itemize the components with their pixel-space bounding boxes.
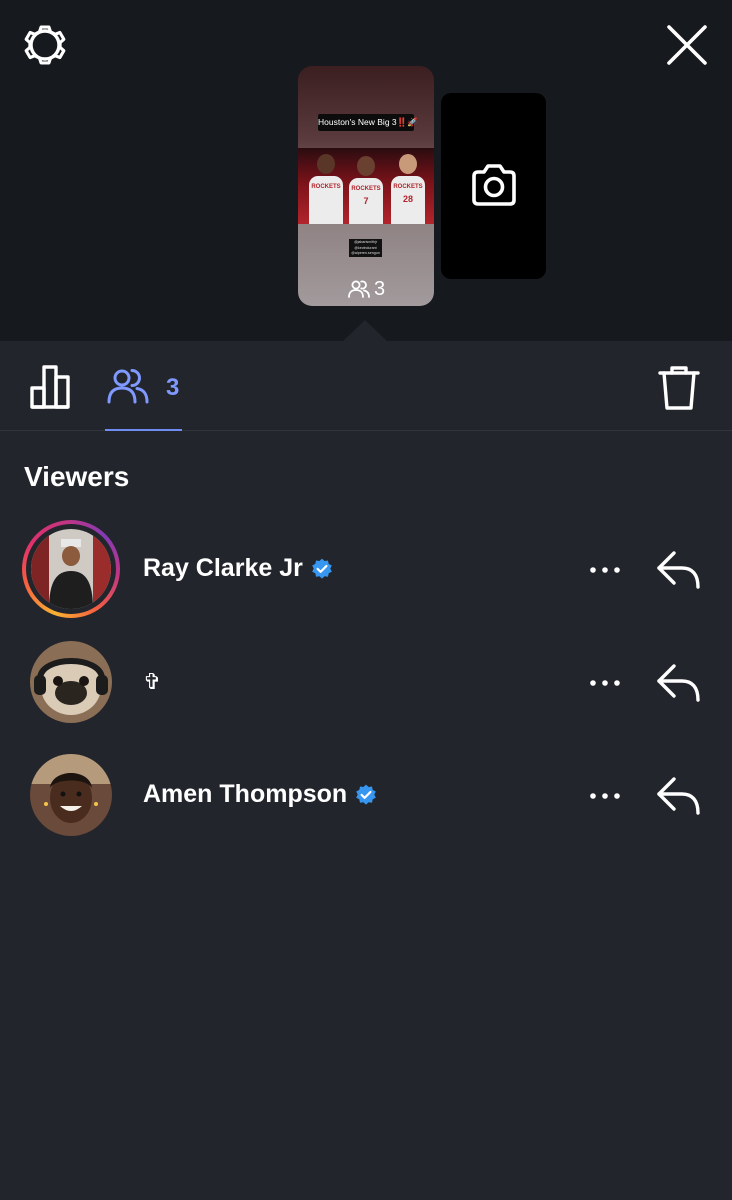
tab-insights[interactable]	[26, 361, 80, 413]
reply-button[interactable]	[652, 656, 706, 710]
story-preview-area: Houston's New Big 3‼️🚀 ROCKETS ROCKETS 7 …	[0, 0, 732, 341]
player-figure: ROCKETS 28	[390, 150, 426, 224]
viewer-name: Amen Thompson	[143, 780, 377, 809]
story-mention-tags: @jabarismithjr @kevindurant @alperen.sen…	[349, 239, 382, 257]
ellipsis-icon	[590, 680, 620, 686]
story-caption: Houston's New Big 3‼️🚀	[318, 114, 418, 131]
viewers-icon	[107, 369, 149, 404]
close-icon	[667, 25, 707, 65]
bar-chart-icon	[30, 365, 70, 409]
insights-tabbar: 3	[0, 341, 732, 431]
viewer-row[interactable]: Ray Clarke Jr	[0, 516, 732, 620]
viewers-tab-count: 3	[166, 374, 180, 401]
viewer-name: Ray Clarke Jr	[143, 554, 333, 583]
viewer-row[interactable]: Amen Thompson	[0, 742, 732, 846]
ellipsis-icon	[590, 567, 620, 573]
reply-arrow-icon	[657, 777, 700, 815]
add-story-card[interactable]	[441, 93, 546, 279]
reply-button[interactable]	[652, 543, 706, 597]
story-thumbnail[interactable]: Houston's New Big 3‼️🚀 ROCKETS ROCKETS 7 …	[298, 66, 434, 306]
player-figure: ROCKETS	[308, 150, 344, 224]
camera-icon	[472, 164, 516, 206]
avatar[interactable]	[30, 754, 112, 836]
more-options-button[interactable]	[584, 555, 626, 585]
avatar[interactable]	[30, 641, 112, 723]
verified-badge-icon	[356, 784, 376, 805]
viewer-name: ✞	[143, 669, 162, 694]
active-tab-underline	[105, 429, 182, 431]
more-options-button[interactable]	[584, 668, 626, 698]
settings-button[interactable]	[22, 22, 68, 68]
reply-arrow-icon	[657, 551, 700, 589]
gear-icon	[24, 25, 66, 65]
close-button[interactable]	[664, 22, 710, 68]
story-photo: ROCKETS ROCKETS 7 ROCKETS 28	[298, 148, 434, 224]
avatar[interactable]	[31, 529, 111, 609]
delete-story-button[interactable]	[654, 362, 704, 414]
viewers-icon	[348, 280, 370, 298]
trash-icon	[658, 366, 700, 410]
tab-viewers[interactable]: 3	[104, 361, 182, 431]
more-options-button[interactable]	[584, 781, 626, 811]
story-viewer-count: 3	[344, 278, 388, 300]
reply-button[interactable]	[652, 769, 706, 823]
viewer-row[interactable]: ✞	[0, 629, 732, 733]
reply-arrow-icon	[657, 664, 700, 702]
story-pointer	[343, 320, 387, 341]
verified-badge-icon	[312, 558, 332, 579]
ellipsis-icon	[590, 793, 620, 799]
player-figure: ROCKETS 7	[348, 152, 384, 224]
viewers-section-title: Viewers	[24, 461, 130, 492]
